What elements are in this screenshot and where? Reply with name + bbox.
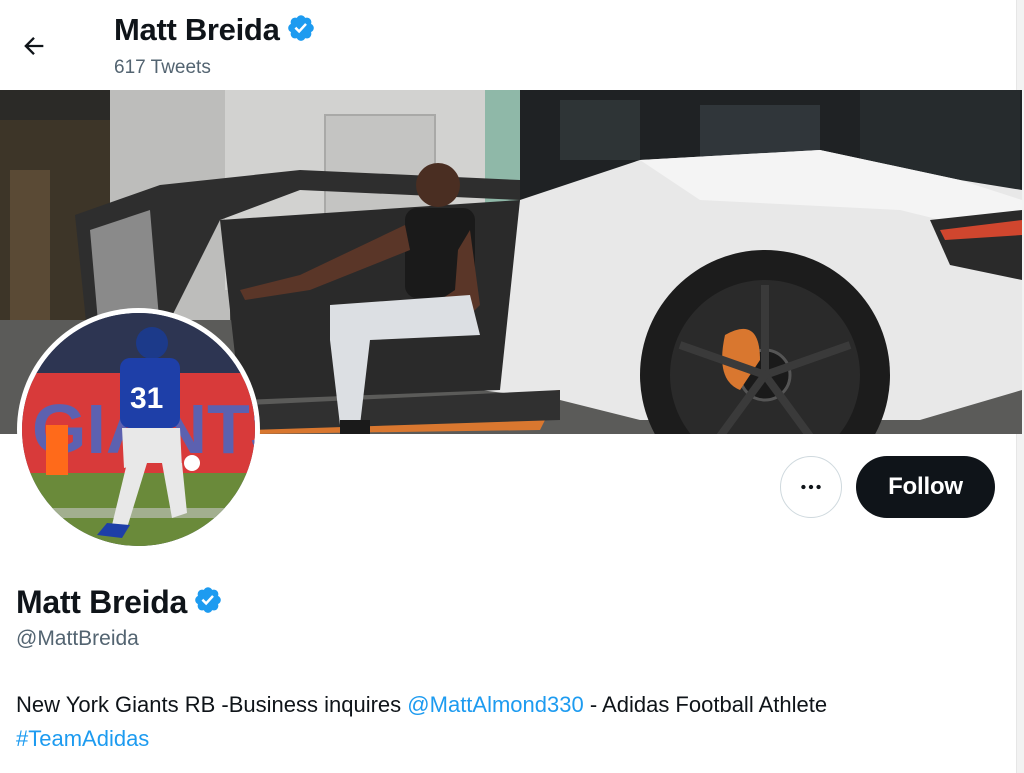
- profile-header: Matt Breida 617 Tweets: [0, 0, 1016, 90]
- profile-bio: New York Giants RB -Business inquires @M…: [16, 688, 1006, 756]
- user-handle: @MattBreida: [16, 627, 139, 650]
- verified-badge-icon: [193, 585, 223, 620]
- avatar[interactable]: GIANTS 31: [17, 308, 260, 551]
- more-button[interactable]: [780, 456, 842, 518]
- tweets-count: 617 Tweets: [114, 57, 211, 78]
- verified-badge-icon: [286, 13, 316, 48]
- bio-hashtag-link[interactable]: #TeamAdidas: [16, 726, 149, 751]
- display-name: Matt Breida: [16, 584, 187, 620]
- profile-page: Matt Breida 617 Tweets 31 Follow Matt Br…: [0, 0, 1024, 773]
- jersey-number: 31: [130, 382, 163, 415]
- follow-button[interactable]: Follow: [856, 456, 995, 518]
- bio-text: - Adidas Football Athlete: [583, 692, 828, 717]
- display-name-row: Matt Breida: [16, 583, 223, 621]
- header-name-row: Matt Breida: [114, 12, 316, 48]
- more-horizontal-icon: [801, 484, 821, 490]
- arrow-left-icon: [24, 37, 44, 55]
- header-name: Matt Breida: [114, 12, 280, 47]
- avatar-image: GIANTS 31: [22, 313, 255, 546]
- bio-text: New York Giants RB -Business inquires: [16, 692, 408, 717]
- bio-mention-link[interactable]: @MattAlmond330: [407, 692, 583, 717]
- back-button[interactable]: [12, 24, 56, 68]
